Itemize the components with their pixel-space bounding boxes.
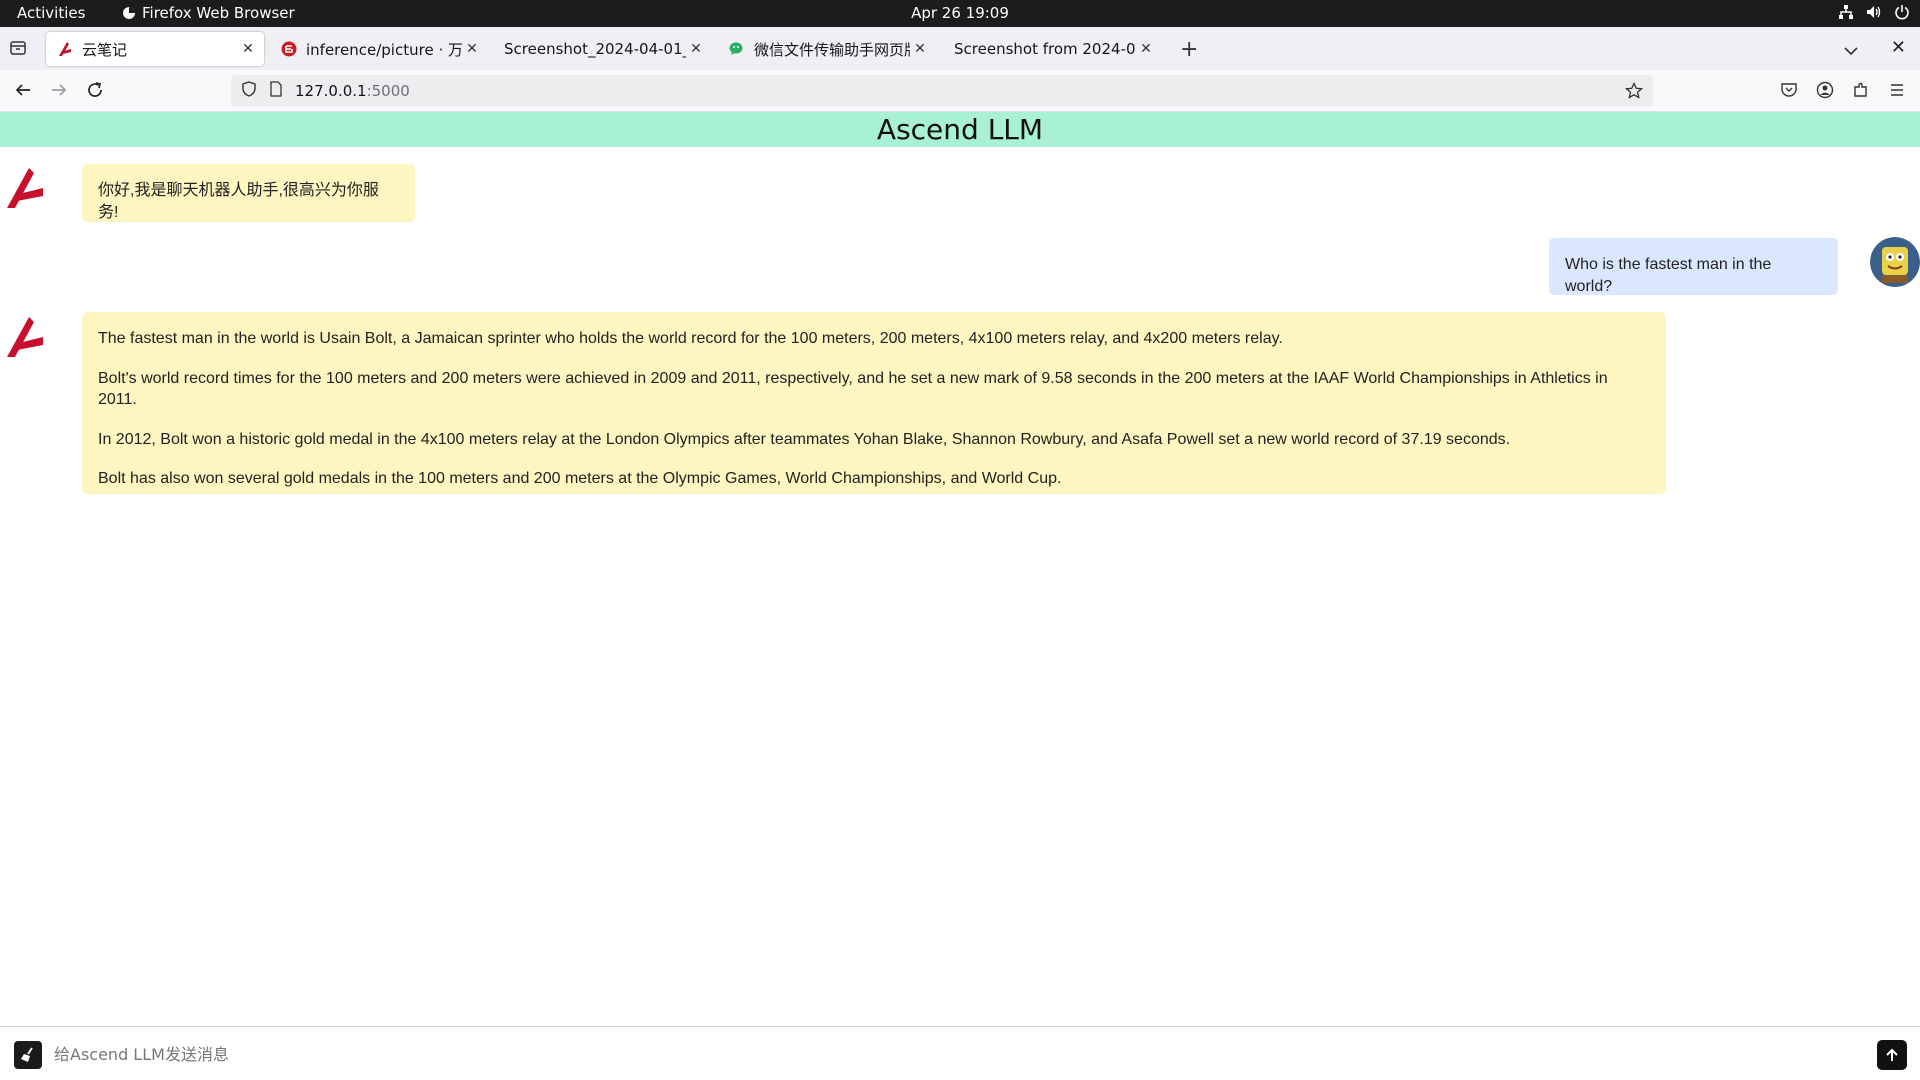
app-title: Ascend LLM (0, 112, 1920, 147)
message-text: 你好,我是聊天机器人助手,很高兴为你服务! (98, 182, 379, 221)
tab-title: 云笔记 (82, 40, 128, 59)
tab-strip: 云笔记 ✕ inference/picture · 万相 ✕ Screensho… (0, 27, 1920, 70)
message-paragraph: Bolt's world record times for the 100 me… (98, 369, 1608, 409)
navigation-toolbar: 127.0.0.1:5000 (0, 70, 1920, 112)
reload-icon[interactable] (86, 81, 104, 103)
message-input[interactable] (52, 1037, 1852, 1071)
new-tab-button[interactable]: + (1180, 37, 1198, 62)
page-info-icon[interactable] (269, 81, 283, 101)
close-tab-icon[interactable]: ✕ (238, 41, 258, 57)
firefox-icon (122, 6, 136, 20)
url-text[interactable]: 127.0.0.1:5000 (295, 82, 410, 100)
tab-yunbiji[interactable]: 云笔记 ✕ (46, 32, 264, 66)
list-all-tabs-icon[interactable] (1844, 41, 1858, 60)
back-arrow-icon[interactable] (14, 81, 32, 103)
bot-message-greeting: 你好,我是聊天机器人助手,很高兴为你服务! (82, 164, 415, 222)
forward-arrow-icon[interactable] (50, 81, 68, 103)
extensions-icon[interactable] (1852, 81, 1870, 103)
activities-button[interactable]: Activities (17, 4, 85, 22)
power-icon (1894, 4, 1910, 20)
bookmark-star-icon[interactable] (1624, 81, 1644, 104)
ascend-logo-icon (3, 315, 47, 359)
app-name: Firefox Web Browser (142, 4, 295, 22)
tab-screenshot-2[interactable]: Screenshot from 2024-04 ✕ (944, 32, 1162, 66)
ascend-logo-icon (3, 166, 47, 210)
clock[interactable]: Apr 26 19:09 (911, 4, 1009, 22)
page-content: Ascend LLM 你好,我是聊天机器人助手,很高兴为你服务! Who is … (0, 112, 1920, 1080)
pocket-icon[interactable] (1780, 81, 1798, 103)
ascend-logo-icon (56, 40, 74, 58)
network-icon (1838, 4, 1854, 20)
message-input-bar (0, 1026, 1920, 1080)
tab-title: Screenshot_2024-04-01_1 (504, 40, 686, 58)
tab-title: Screenshot from 2024-04 (954, 40, 1136, 58)
close-tab-icon[interactable]: ✕ (910, 41, 930, 57)
bot-message-answer: The fastest man in the world is Usain Bo… (82, 312, 1666, 494)
tracking-protection-shield-icon[interactable] (241, 81, 257, 101)
close-tab-icon[interactable]: ✕ (686, 41, 706, 57)
tab-title: inference/picture · 万相 (306, 40, 462, 59)
message-paragraph: In 2012, Bolt won a historic gold medal … (98, 430, 1511, 448)
close-tab-icon[interactable]: ✕ (1136, 41, 1156, 57)
system-status-area[interactable] (1838, 4, 1910, 20)
app-menu[interactable]: Firefox Web Browser (122, 4, 295, 22)
wechat-icon (728, 40, 746, 58)
message-paragraph: The fastest man in the world is Usain Bo… (98, 330, 1283, 347)
tab-screenshot-1[interactable]: Screenshot_2024-04-01_1 ✕ (494, 32, 712, 66)
clear-chat-broom-icon[interactable] (14, 1041, 42, 1069)
close-tab-icon[interactable]: ✕ (462, 41, 482, 57)
tab-inference-picture[interactable]: inference/picture · 万相 ✕ (270, 32, 488, 66)
gitee-icon (280, 40, 298, 58)
user-message: Who is the fastest man in the world? (1549, 238, 1838, 295)
window-close-button[interactable]: ✕ (1891, 37, 1906, 58)
url-bar[interactable]: 127.0.0.1:5000 (231, 75, 1653, 107)
message-text: Who is the fastest man in the world? (1565, 256, 1772, 295)
user-avatar (1870, 237, 1920, 287)
system-top-bar: Activities Firefox Web Browser Apr 26 19… (0, 0, 1920, 27)
tab-wechat-file-transfer[interactable]: 微信文件传输助手网页版 ✕ (718, 32, 936, 66)
tab-title: 微信文件传输助手网页版 (754, 40, 910, 59)
send-arrow-icon[interactable] (1877, 1040, 1907, 1070)
volume-icon (1866, 4, 1882, 20)
account-icon[interactable] (1816, 81, 1834, 103)
hamburger-menu-icon[interactable] (1888, 81, 1906, 103)
firefox-view-icon[interactable] (9, 39, 27, 61)
message-paragraph: Bolt has also won several gold medals in… (98, 470, 1062, 488)
url-port: :5000 (366, 82, 410, 100)
toolbar-right-icons (1780, 81, 1906, 103)
url-host: 127.0.0.1 (295, 82, 367, 100)
